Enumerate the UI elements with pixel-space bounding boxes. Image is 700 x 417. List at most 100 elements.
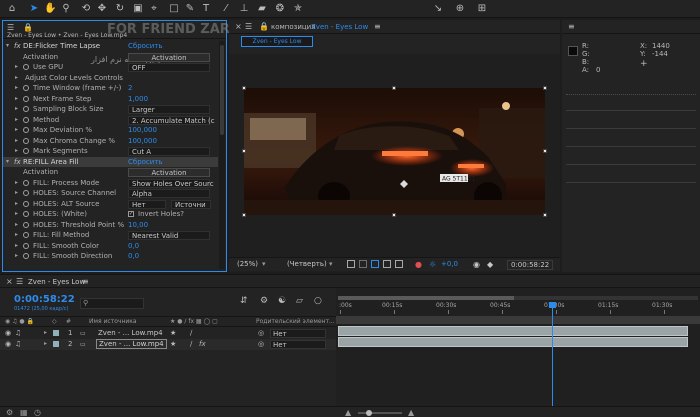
activation-button[interactable]: Activation [128, 168, 210, 177]
work-area-bar[interactable] [338, 296, 698, 300]
region-icon[interactable] [395, 260, 403, 268]
toggle-modes-icon[interactable]: ▦ [20, 408, 28, 417]
grid-icon[interactable] [383, 260, 391, 268]
rectangle-tool-icon[interactable]: □ [168, 2, 180, 15]
zoom-tool-icon[interactable]: ⚲ [60, 2, 72, 15]
panel-menu-icon[interactable]: ☰ [7, 23, 14, 32]
expand-triangle-icon[interactable]: ▸ [44, 328, 47, 338]
effect-property-row[interactable]: ▾ fx DE:Flicker Time Lapse Сбросить [3, 41, 218, 51]
expand-triangle-icon[interactable]: ▾ [6, 41, 9, 51]
effect-property-row[interactable]: ▸ FILL: Smooth Direction 0,0 [3, 251, 218, 261]
stopwatch-icon[interactable] [23, 95, 29, 102]
stopwatch-icon[interactable] [23, 137, 29, 144]
reset-link[interactable]: Сбросить [128, 41, 163, 51]
selection-tool-icon[interactable]: ➤ [28, 2, 40, 15]
effect-property-row[interactable]: ▸ HOLES: (White) ✓ Invert Holes? [3, 209, 218, 219]
transform-handle[interactable] [242, 213, 246, 217]
timeline-tab-name[interactable]: Zven - Eyes Low [28, 278, 85, 286]
scrollbar-thumb[interactable] [220, 45, 224, 135]
effect-property-row[interactable]: ▸ HOLES: Source Channel Alpha [3, 188, 218, 198]
lock-icon[interactable]: 🔒 [23, 23, 33, 32]
stopwatch-icon[interactable] [23, 179, 29, 186]
property-dropdown[interactable]: Cut A [128, 147, 210, 156]
label-color-swatch[interactable] [53, 341, 59, 347]
panel-menu-icon[interactable]: ☰ [245, 22, 252, 31]
lock-icon[interactable]: 🔒 [259, 22, 269, 31]
playhead[interactable] [549, 302, 556, 406]
pickwhip-icon[interactable]: ◎ [258, 328, 264, 338]
transform-handle[interactable] [392, 86, 396, 90]
roto-brush-tool-icon[interactable]: ❂ [274, 2, 286, 15]
effect-property-row[interactable]: ▸ HOLES: ALT Source Нет Источни [3, 199, 218, 209]
property-value[interactable]: 100,000 [128, 136, 157, 146]
resolution-dropdown[interactable]: (Четверть) [287, 260, 327, 270]
camera-tool-icon[interactable]: ▣ [132, 2, 144, 15]
layer-duration-bar[interactable] [338, 337, 688, 347]
snapping-toggle-icon[interactable]: ⊕ [454, 2, 466, 15]
property-dropdown[interactable]: Show Holes Over Sourc [128, 178, 214, 188]
effect-property-row[interactable]: ▸ Max Deviation % 100,000 [3, 125, 218, 135]
expand-triangle-icon[interactable]: ▸ [15, 199, 18, 209]
timeline-search-input[interactable]: ⚲ [80, 298, 144, 309]
shy-switch-icon[interactable]: ★ [170, 339, 176, 349]
composition-viewer[interactable]: AG 5T1101 [229, 54, 560, 272]
property-dropdown[interactable]: Nearest Valid [128, 231, 210, 240]
expand-triangle-icon[interactable]: ▸ [15, 146, 18, 156]
toggle-mask-icon[interactable] [371, 260, 379, 268]
layer-name-selected[interactable]: Zven - ... Low.mp4 [96, 339, 167, 349]
stopwatch-icon[interactable] [23, 64, 29, 70]
eye-icon[interactable]: ◉ [5, 339, 11, 349]
effect-property-row[interactable]: ▸ FILL: Process Mode Show Holes Over Sourc [3, 178, 218, 188]
panel-menu-icon[interactable]: ≡ [374, 22, 381, 31]
property-value[interactable]: 0,0 [128, 251, 139, 261]
type-tool-icon[interactable]: T [200, 2, 212, 15]
expand-triangle-icon[interactable]: ▸ [15, 178, 18, 188]
parent-column[interactable]: Родительский элемент... [256, 317, 335, 327]
stopwatch-icon[interactable] [23, 106, 29, 112]
expand-triangle-icon[interactable]: ▸ [15, 209, 18, 219]
stopwatch-icon[interactable] [23, 253, 29, 259]
transform-handle[interactable] [543, 213, 547, 217]
playhead-handle[interactable] [549, 302, 556, 308]
current-time-display[interactable]: 0:00:58:22 [507, 260, 554, 270]
expand-triangle-icon[interactable]: ▸ [15, 188, 18, 198]
zoom-out-icon[interactable]: ▲ [345, 408, 351, 417]
property-dropdown[interactable]: Larger [128, 105, 210, 114]
expand-triangle-icon[interactable]: ▸ [15, 136, 18, 146]
expand-triangle-icon[interactable]: ▸ [15, 73, 18, 83]
property-dropdown[interactable]: Нет [128, 199, 166, 209]
effect-controls-scrollbar[interactable] [219, 41, 225, 269]
timeline-graph-area[interactable]: :00s00:15s00:30s00:45s01:00s01:15s01:30s [336, 288, 700, 406]
layer-row[interactable]: ◉ ♫ ▸ 1 ▭ Zven - ... Low.mp4 ★ ∕ ◎ Нет [0, 328, 336, 339]
toggle-in-out-icon[interactable]: ◷ [34, 408, 41, 417]
effect-property-row[interactable]: ▸ Method 2. Accumulate Match (c [3, 115, 218, 125]
effect-property-row[interactable]: ▸ Adjust Color Levels Controls [3, 73, 218, 83]
stopwatch-icon[interactable] [23, 116, 29, 123]
expand-triangle-icon[interactable]: ▸ [15, 251, 18, 261]
expand-triangle-icon[interactable]: ▸ [15, 62, 18, 72]
exposure-value[interactable]: +0,0 [441, 260, 458, 270]
pan-behind-tool-icon[interactable]: ✥ [96, 2, 108, 15]
close-icon[interactable]: × [6, 277, 13, 286]
stopwatch-icon[interactable] [23, 232, 29, 238]
panel-menu-icon[interactable]: ≡ [568, 22, 575, 31]
property-value[interactable]: 1,000 [128, 94, 148, 104]
parent-dropdown[interactable]: Нет [270, 329, 326, 338]
property-dropdown[interactable]: Alpha [128, 189, 210, 198]
panel-menu-icon[interactable]: ☰ [16, 277, 23, 286]
pickwhip-icon[interactable]: ◎ [258, 339, 264, 349]
property-dropdown[interactable]: Источни [171, 199, 211, 209]
zoom-slider-thumb[interactable] [366, 410, 372, 416]
expand-triangle-icon[interactable]: ▸ [15, 125, 18, 135]
transform-handle[interactable] [543, 149, 547, 153]
transform-handle[interactable] [543, 86, 547, 90]
composition-mini-flowchart-icon[interactable]: ⇵ [240, 296, 248, 306]
parent-dropdown[interactable]: Нет [270, 340, 326, 349]
effect-property-row[interactable]: ▸ Mark Segments Cut A [3, 146, 218, 156]
puppet-pin-tool-icon[interactable]: ✯ [292, 2, 304, 15]
stopwatch-icon[interactable] [23, 242, 29, 249]
property-dropdown[interactable]: 2. Accumulate Match (c [128, 115, 215, 125]
stopwatch-icon[interactable] [23, 221, 29, 228]
composition-tab-name[interactable]: Zven - Eyes Low [311, 23, 368, 31]
brush-tool-icon[interactable]: ⁄ [220, 2, 232, 15]
